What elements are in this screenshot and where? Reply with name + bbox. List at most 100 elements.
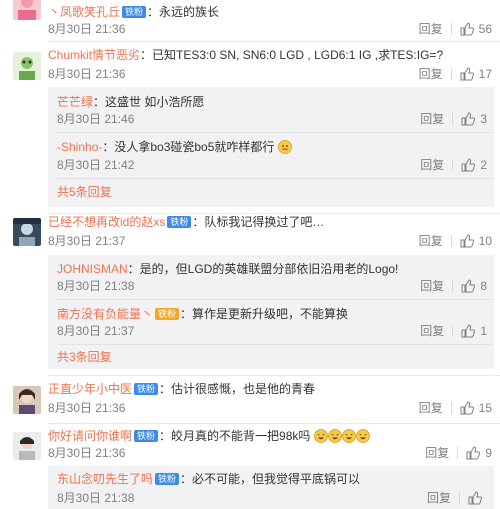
reply-line: 东山念叨先生了吗 铁粉 ：必不可能，但我觉得平底锅可以 — [57, 471, 360, 487]
laughing-emoji — [313, 429, 370, 443]
divider — [459, 492, 460, 504]
comment-actions: 回复 9 — [425, 445, 492, 461]
reply-text: ：算作是更新升级吧，不能算换 — [180, 307, 349, 321]
reply-line: 芒芒绿：这盛世 如小浩所愿 — [57, 94, 204, 110]
reply-box: 芒芒绿：这盛世 如小浩所愿 8月30日 21:46 回复 3 -Shinho-：… — [48, 87, 494, 207]
like-count: 2 — [480, 158, 487, 172]
reply-link[interactable]: 回复 — [420, 157, 444, 173]
comment-line: 正直少年小中医 铁粉 ：估计很感慨，也是他的青春 — [48, 381, 315, 397]
fan-badge: 铁粉 — [134, 383, 159, 395]
fan-badge: 铁粉 — [122, 6, 147, 18]
comment-item: 正直少年小中医 铁粉 ：估计很感慨，也是他的青春 8月30日 21:36 回复 15 — [0, 376, 500, 424]
divider — [452, 159, 454, 171]
reply-username[interactable]: 南方没有负能量丶 — [57, 307, 153, 321]
fan-badge: 铁粉 — [167, 216, 192, 228]
reply-username[interactable]: -Shinho- — [57, 140, 102, 154]
comment-actions: 回复 10 — [419, 233, 492, 249]
like-button[interactable]: 1 — [461, 323, 487, 339]
reply-link[interactable]: 回复 — [419, 400, 443, 416]
avatar[interactable] — [13, 386, 41, 414]
thumbs-up-icon — [466, 446, 481, 460]
reply-actions: 回复 1 — [420, 323, 487, 339]
avatar[interactable] — [13, 432, 41, 460]
avatar[interactable] — [13, 218, 41, 246]
reply-link[interactable]: 回复 — [420, 111, 444, 127]
like-button[interactable] — [468, 491, 487, 505]
thumbs-up-icon — [461, 279, 476, 293]
reply-actions: 回复 — [427, 490, 487, 506]
reply-username[interactable]: 芒芒绿 — [57, 95, 93, 109]
divider — [57, 344, 494, 345]
comment-username[interactable]: 丶凤歌笑孔丘 — [48, 5, 120, 19]
comment-username[interactable]: Chumkit情节恶劣 — [48, 48, 140, 62]
thumbs-up-icon — [461, 324, 476, 338]
reply-time: 8月30日 21:37 — [57, 324, 135, 338]
more-replies-link[interactable]: 共3条回复 — [57, 349, 112, 365]
reply-link[interactable]: 回复 — [419, 233, 443, 249]
like-button[interactable]: 56 — [460, 21, 492, 37]
divider — [452, 280, 454, 292]
divider — [452, 325, 454, 337]
like-button[interactable]: 10 — [460, 233, 492, 249]
comment-line: 已经不想再改id的赵xs 铁粉 ：队标我记得换过了吧… — [48, 214, 324, 230]
like-count: 10 — [478, 234, 492, 248]
comment-username[interactable]: 正直少年小中医 — [48, 382, 132, 396]
divider — [450, 235, 452, 247]
reply-username[interactable]: JOHNISMAN — [57, 262, 128, 276]
reply-item: 芒芒绿：这盛世 如小浩所愿 8月30日 21:46 回复 3 — [48, 87, 494, 133]
like-button[interactable]: 17 — [460, 66, 492, 82]
reply-link[interactable]: 回复 — [427, 490, 451, 506]
like-button[interactable]: 8 — [461, 278, 487, 294]
reply-link[interactable]: 回复 — [425, 445, 449, 461]
avatar[interactable] — [13, 0, 41, 20]
like-button[interactable]: 2 — [461, 157, 487, 173]
divider — [457, 447, 459, 459]
like-button[interactable]: 3 — [461, 111, 487, 127]
divider — [450, 23, 452, 35]
reply-link[interactable]: 回复 — [419, 66, 443, 82]
reply-time: 8月30日 21:38 — [57, 279, 135, 293]
thumbs-up-icon — [460, 401, 474, 415]
reply-line: -Shinho-：没人拿bo3碰瓷bo5就咋样都行 — [57, 139, 292, 155]
comment-item: 你好请问你谁啊 铁粉 ：皎月真的不能背一把98k吗 8月30日 21:36 回复 9… — [0, 424, 500, 509]
like-count: 15 — [478, 401, 492, 415]
fan-badge: 铁粉 — [134, 430, 159, 442]
reply-item: 东山念叨先生了吗 铁粉 ：必不可能，但我觉得平底锅可以 8月30日 21:38 回复 — [48, 466, 494, 509]
like-button[interactable]: 15 — [460, 400, 492, 416]
reply-text: ：没人拿bo3碰瓷bo5就咋样都行 — [102, 140, 275, 154]
comment-line: Chumkit情节恶劣：已知TES3:0 SN, SN6:0 LGD , LGD… — [48, 47, 443, 63]
reply-actions: 回复 3 — [420, 111, 487, 127]
reply-time: 8月30日 21:38 — [57, 491, 135, 505]
like-count: 17 — [478, 67, 492, 81]
like-count: 9 — [485, 446, 492, 460]
avatar[interactable] — [13, 52, 41, 80]
like-count: 3 — [480, 112, 487, 126]
reply-actions: 回复 8 — [420, 278, 487, 294]
reply-text: ：是的，但LGD的英雄联盟分部依旧沿用老的Logo! — [127, 262, 399, 276]
reply-box: 东山念叨先生了吗 铁粉 ：必不可能，但我觉得平底锅可以 8月30日 21:38 回复 — [48, 466, 494, 509]
comment-time: 8月30日 21:36 — [48, 401, 126, 415]
reply-username[interactable]: 东山念叨先生了吗 — [57, 472, 153, 486]
divider — [452, 113, 454, 125]
divider — [450, 68, 452, 80]
comment-username[interactable]: 你好请问你谁啊 — [48, 429, 132, 443]
comment-username[interactable]: 已经不想再改id的赵xs — [48, 215, 165, 229]
comment-item: Chumkit情节恶劣：已知TES3:0 SN, SN6:0 LGD , LGD… — [0, 42, 500, 214]
reply-link[interactable]: 回复 — [420, 323, 444, 339]
reply-time: 8月30日 21:42 — [57, 158, 135, 172]
thumbs-up-icon — [461, 158, 476, 172]
comment-line: 丶凤歌笑孔丘 铁粉 ：永远的族长 — [48, 4, 219, 20]
fan-badge: 铁粉 — [155, 308, 180, 320]
divider — [450, 402, 452, 414]
reply-item: -Shinho-：没人拿bo3碰瓷bo5就咋样都行 8月30日 21:42 回复… — [48, 133, 494, 179]
comment-actions: 回复 56 — [419, 21, 492, 37]
reply-link[interactable]: 回复 — [420, 278, 444, 294]
comment-text: ：已知TES3:0 SN, SN6:0 LGD , LGD6:1 IG ,求TE… — [140, 48, 444, 62]
like-button[interactable]: 9 — [466, 445, 492, 461]
reply-actions: 回复 2 — [420, 157, 487, 173]
thumbs-up-icon — [460, 67, 474, 81]
more-replies-link[interactable]: 共5条回复 — [57, 184, 112, 200]
reply-link[interactable]: 回复 — [419, 21, 443, 37]
reply-box: JOHNISMAN：是的，但LGD的英雄联盟分部依旧沿用老的Logo! 8月30… — [48, 255, 494, 369]
reply-item: 南方没有负能量丶 铁粉 ：算作是更新升级吧，不能算换 8月30日 21:37 回复 … — [48, 300, 494, 345]
